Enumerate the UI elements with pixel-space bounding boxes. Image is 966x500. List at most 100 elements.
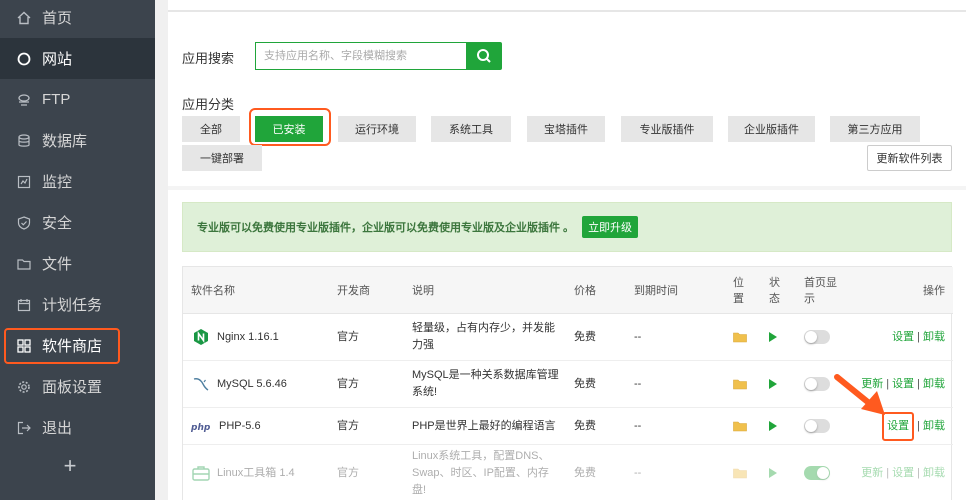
- col-name: 软件名称: [191, 284, 235, 297]
- expire-date: --: [634, 330, 642, 343]
- price: 免费: [574, 330, 596, 343]
- search-input[interactable]: [255, 42, 467, 70]
- sidebar-item-files[interactable]: 文件: [0, 243, 155, 284]
- category-one-click-deploy[interactable]: 一键部署: [182, 145, 262, 171]
- uninstall-link[interactable]: 卸载: [923, 329, 945, 346]
- col-location-a: 位: [733, 276, 744, 289]
- developer: 官方: [337, 419, 359, 432]
- sidebar-item-cron[interactable]: 计划任务: [0, 284, 155, 325]
- software-name-text: Linux工具箱 1.4: [217, 466, 295, 479]
- shield-icon: [16, 215, 32, 231]
- category-label: 应用分类: [182, 97, 235, 112]
- settings-link[interactable]: 设置: [887, 420, 909, 432]
- software-name-text: MySQL 5.6.46: [217, 377, 287, 390]
- row-actions: 设置 | 卸载: [892, 314, 945, 360]
- sidebar-item-settings[interactable]: 面板设置: [0, 366, 155, 407]
- description: Linux系统工具，配置DNS、Swap、时区、IP配置、内存盘!: [412, 449, 550, 496]
- developer: 官方: [337, 377, 359, 390]
- uninstall-link[interactable]: 卸载: [923, 465, 945, 482]
- software-name-text: PHP-5.6: [219, 419, 261, 432]
- home-icon: [16, 10, 32, 26]
- category-runtime[interactable]: 运行环境: [338, 116, 416, 142]
- developer: 官方: [337, 330, 359, 343]
- toolbox-logo-icon: [191, 463, 211, 483]
- add-button[interactable]: +: [0, 453, 140, 479]
- sidebar-item-label: 文件: [42, 256, 73, 273]
- php-logo-icon: php: [191, 416, 213, 436]
- ftp-icon: [16, 92, 32, 108]
- settings-link[interactable]: 设置: [892, 465, 914, 482]
- folder-icon[interactable]: [733, 408, 747, 444]
- table-row: Nginx 1.16.1 官方 轻量级，占有内存少，并发能力强 免费 -- 设置…: [183, 314, 953, 361]
- home-display-toggle[interactable]: [804, 408, 830, 444]
- category-third-party[interactable]: 第三方应用: [830, 116, 920, 142]
- sidebar-item-label: FTP: [42, 91, 71, 108]
- sidebar-item-home[interactable]: 首页: [0, 0, 155, 38]
- category-all[interactable]: 全部: [182, 116, 240, 142]
- col-price: 价格: [574, 284, 596, 297]
- refresh-software-list-button[interactable]: 更新软件列表: [867, 145, 952, 171]
- table-row: Linux工具箱 1.4 官方 Linux系统工具，配置DNS、Swap、时区、…: [183, 445, 953, 500]
- folder-icon: [16, 256, 32, 272]
- software-name: MySQL 5.6.46: [191, 361, 287, 407]
- col-status: 状 态: [769, 267, 780, 314]
- table-header: 软件名称 开发商 说明 价格 到期时间 位 置 状 态 首页显 示 操作: [183, 267, 953, 314]
- sidebar: 首页 网站 FTP 数据库 监控 安全 文件 计划任务 软件商店 面板设置 退出…: [0, 0, 155, 500]
- appstore-highlight-box: [4, 328, 120, 364]
- settings-link[interactable]: 设置: [892, 376, 914, 393]
- home-display-toggle[interactable]: [804, 361, 830, 407]
- update-link[interactable]: 更新: [861, 465, 883, 482]
- play-icon[interactable]: [769, 361, 777, 407]
- col-action: 操作: [923, 284, 945, 297]
- sidebar-item-security[interactable]: 安全: [0, 202, 155, 243]
- svg-text:php: php: [191, 423, 211, 432]
- col-status-b: 态: [769, 292, 780, 305]
- play-icon[interactable]: [769, 314, 777, 360]
- play-icon[interactable]: [769, 408, 777, 444]
- play-icon[interactable]: [769, 445, 777, 500]
- search-button[interactable]: [466, 42, 502, 70]
- expire-date: --: [634, 419, 642, 432]
- sidebar-item-website[interactable]: 网站: [0, 38, 155, 79]
- sidebar-item-database[interactable]: 数据库: [0, 120, 155, 161]
- category-enterprise-plugins[interactable]: 企业版插件: [728, 116, 815, 142]
- folder-icon[interactable]: [733, 445, 747, 500]
- sidebar-item-monitor[interactable]: 监控: [0, 161, 155, 202]
- sidebar-item-label: 首页: [42, 10, 73, 27]
- settings-link[interactable]: 设置: [892, 329, 914, 346]
- section-divider: [168, 186, 966, 190]
- uninstall-link[interactable]: 卸载: [923, 418, 945, 435]
- sidebar-item-ftp[interactable]: FTP: [0, 79, 155, 120]
- category-pro-plugins[interactable]: 专业版插件: [621, 116, 713, 142]
- sidebar-item-logout[interactable]: 退出: [0, 407, 155, 448]
- sidebar-item-label: 面板设置: [42, 379, 103, 396]
- logout-icon: [16, 420, 32, 436]
- folder-icon[interactable]: [733, 314, 747, 360]
- mysql-logo-icon: [191, 374, 211, 394]
- software-name-text: Nginx 1.16.1: [217, 330, 279, 343]
- uninstall-link[interactable]: 卸载: [923, 376, 945, 393]
- search-label: 应用搜索: [182, 51, 235, 66]
- expire-date: --: [634, 466, 642, 479]
- col-home-b: 示: [804, 292, 815, 305]
- category-bt-plugins[interactable]: 宝塔插件: [527, 116, 605, 142]
- developer: 官方: [337, 466, 359, 479]
- home-display-toggle[interactable]: [804, 445, 830, 500]
- category-system-tools[interactable]: 系统工具: [431, 116, 511, 142]
- home-display-toggle[interactable]: [804, 314, 830, 360]
- col-home-a: 首页显: [804, 276, 837, 289]
- notice-text: 专业版可以免费使用专业版插件，企业版可以免费使用专业版及企业版插件 。: [197, 222, 575, 234]
- price: 免费: [574, 419, 596, 432]
- calendar-icon: [16, 297, 32, 313]
- col-location: 位 置: [733, 267, 744, 314]
- software-name: php PHP-5.6: [191, 408, 261, 444]
- price: 免费: [574, 466, 596, 479]
- installed-highlight-box: [249, 108, 331, 146]
- sidebar-item-label: 计划任务: [42, 297, 103, 314]
- sidebar-item-label: 网站: [42, 51, 73, 68]
- sidebar-item-label: 安全: [42, 215, 73, 232]
- upgrade-button[interactable]: 立即升级: [582, 216, 639, 238]
- folder-icon[interactable]: [733, 361, 747, 407]
- col-developer: 开发商: [337, 284, 370, 297]
- database-icon: [16, 133, 32, 149]
